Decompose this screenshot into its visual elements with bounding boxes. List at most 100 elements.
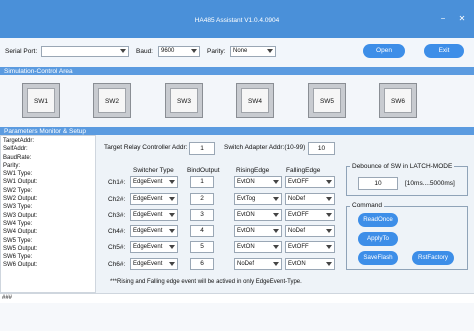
ch2-rising-select[interactable]: EvtTog [234,193,282,205]
window-title: HA485 Assistant V1.0.4.0904 [194,17,280,24]
chevron-down-icon [169,262,175,266]
chevron-down-icon [169,197,175,201]
list-item: BaudRate: [3,154,32,161]
list-item: SW1 Output: [3,179,38,186]
ch1-falling-select[interactable]: EvtOFF [285,176,335,188]
switch-sw3[interactable]: SW3 [165,83,203,118]
ch5-falling-select[interactable]: EvtOFF [285,241,335,253]
parity-label: Parity: [207,48,226,55]
rst-factory-button[interactable]: RstFactory [412,251,454,265]
ch6-output-input[interactable]: 6 [190,258,214,270]
serial-port-label: Serial Port: [5,48,38,55]
switch-label: SW2 [98,88,126,113]
chevron-down-icon [273,180,279,184]
ch2-output-input[interactable]: 2 [190,193,214,205]
chevron-down-icon [191,49,197,53]
bottom-area [0,303,474,331]
list-item: SelfAddr: [3,146,28,153]
list-item: SW6 Type: [3,254,33,261]
column-header-falling: FallingEdge [286,167,321,174]
chevron-down-icon [267,49,273,53]
serial-port-select[interactable] [41,46,129,57]
ch1-type-select[interactable]: EdgeEvent [130,176,178,188]
list-item: SW5 Output: [3,245,38,252]
ch4-output-input[interactable]: 4 [190,225,214,237]
debounce-input[interactable]: 10 [358,177,398,190]
debounce-title: Debounce of SW in LATCH-MODE [350,163,455,170]
chevron-down-icon [169,229,175,233]
parity-select[interactable]: None [230,46,276,57]
chevron-down-icon [326,213,332,217]
column-header-rising: RisingEdge [236,167,270,174]
chevron-down-icon [273,262,279,266]
edge-event-note: ***Rising and Falling edge event will be… [110,279,302,285]
switch-sw6[interactable]: SW6 [379,83,417,118]
ch5-type-select[interactable]: EdgeEvent [130,241,178,253]
list-item: SW6 Output: [3,262,38,269]
switch-label: SW3 [170,88,198,113]
channel-label: Ch6#: [108,261,126,268]
channel-label: Ch2#: [108,196,126,203]
debounce-range: [10ms....5000ms] [405,180,455,187]
list-item: Parity: [3,162,21,169]
target-addr-input[interactable]: 1 [189,142,215,155]
title-bar: HA485 Assistant V1.0.4.0904 − ✕ [0,0,474,38]
chevron-down-icon [326,180,332,184]
chevron-down-icon [326,197,332,201]
ch5-output-input[interactable]: 5 [190,241,214,253]
ch3-falling-select[interactable]: EvtOFF [285,209,335,221]
ch4-type-select[interactable]: EdgeEvent [130,225,178,237]
close-icon[interactable]: ✕ [455,13,469,25]
open-button[interactable]: Open [363,44,405,58]
minimize-icon[interactable]: − [436,13,450,25]
baud-label: Baud: [136,48,153,55]
ch1-output-input[interactable]: 1 [190,176,214,188]
baud-select[interactable]: 9600 [158,46,200,57]
channel-label: Ch4#: [108,228,126,235]
switch-sw5[interactable]: SW5 [308,83,346,118]
column-header-type: Switcher Type [133,167,174,174]
chevron-down-icon [273,229,279,233]
list-item: SW3 Type: [3,204,33,211]
ch6-falling-select[interactable]: EvtON [285,258,335,270]
channel-label: Ch1#: [108,179,126,186]
list-item: SW4 Output: [3,229,38,236]
switch-label: SW4 [241,88,269,113]
list-item: TargetAddr: [3,138,35,144]
list-item: SW2 Type: [3,187,33,194]
channel-label: Ch5#: [108,244,126,251]
list-item: SW1 Type: [3,171,33,178]
ch3-type-select[interactable]: EdgeEvent [130,209,178,221]
adapter-addr-input[interactable]: 10 [308,142,335,155]
list-item: SW5 Type: [3,237,33,244]
chevron-down-icon [273,197,279,201]
chevron-down-icon [169,180,175,184]
ch2-type-select[interactable]: EdgeEvent [130,193,178,205]
status-bar: ### [0,293,474,303]
ch4-falling-select[interactable]: NoDef [285,225,335,237]
exit-button[interactable]: Exit [424,44,464,58]
ch3-rising-select[interactable]: EvtON [234,209,282,221]
chevron-down-icon [169,213,175,217]
switch-label: SW5 [313,88,341,113]
switch-sw2[interactable]: SW2 [93,83,131,118]
list-item: SW4 Type: [3,220,33,227]
apply-to-button[interactable]: ApplyTo [358,232,398,246]
read-once-button[interactable]: ReadOnce [358,213,398,227]
ch6-type-select[interactable]: EdgeEvent [130,258,178,270]
switch-sw4[interactable]: SW4 [236,83,274,118]
ch1-rising-select[interactable]: EvtON [234,176,282,188]
ch5-rising-select[interactable]: EvtON [234,241,282,253]
switch-sw1[interactable]: SW1 [22,83,60,118]
ch4-rising-select[interactable]: EvtON [234,225,282,237]
ch6-rising-select[interactable]: NoDef [234,258,282,270]
ch3-output-input[interactable]: 3 [190,209,214,221]
column-header-output: BindOutput [187,167,220,174]
adapter-addr-label: Switch Adapter Addr:(10-99) [224,144,306,151]
chevron-down-icon [326,262,332,266]
monitor-list[interactable]: TargetAddr: SelfAddr: BaudRate: Parity: … [0,135,96,293]
chevron-down-icon [273,213,279,217]
save-flash-button[interactable]: SaveFlash [358,251,398,265]
ch2-falling-select[interactable]: NoDef [285,193,335,205]
switch-label: SW6 [384,88,412,113]
